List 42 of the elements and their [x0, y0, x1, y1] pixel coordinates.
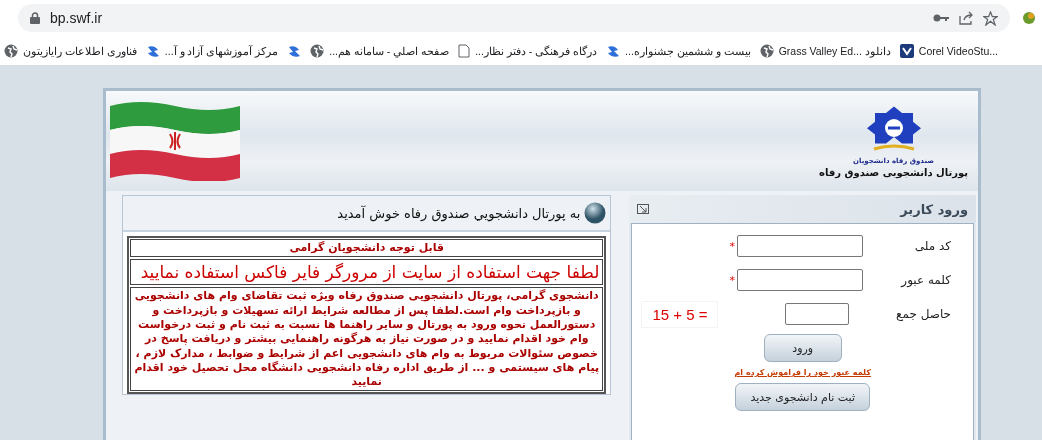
share-icon[interactable] — [959, 11, 973, 25]
globe-icon — [310, 43, 325, 58]
sphere-icon — [584, 202, 607, 224]
bookmark[interactable]: دانلود ...Grass Valley Ed — [759, 43, 891, 58]
notice-message: دانشجوی گرامی، پورتال دانشجویی صندوق رفاه ویژه ثبت تقاضای وام های دانشجویی و بازپرداخت وام است.لطفا پس از مطالعه شرایط ارائه تسهیلات و بازپرداخت و دستورالعمل نحوه ورود به پورتال و سایر راهنما ها نسبت به ثبت نام و ثبت درخواست وام خود اقدام نمایید و در صورت نیاز به هرگونه راهنمایی بیشتر و دریافت پاسخ در خصوص سئوالات مربوط به وام های دانشجویی اعم از شرایط و ضوابط ، مدارک لازم ، پیام های سیستمی و ... از طریق اداره رفاه دانشجویی دانشگاه محل تحصیل خود اقدام نمایید — [130, 287, 604, 392]
app-icon — [899, 43, 914, 58]
url-text: bp.swf.ir — [50, 10, 103, 26]
globe-icon — [759, 43, 774, 58]
logo-icon — [287, 43, 302, 58]
bookmark[interactable]: Corel VideoStu... — [899, 43, 998, 58]
bookmark[interactable]: صفحه اصلي - سامانه هم... — [310, 43, 450, 58]
login-button[interactable]: ورود — [763, 334, 842, 362]
address-bar[interactable]: bp.swf.ir — [18, 4, 1010, 32]
bookmark[interactable]: مرکز آموزشهای آزاد و آ... — [145, 43, 279, 58]
input-field[interactable] — [737, 269, 863, 291]
document-icon — [458, 43, 471, 58]
globe-icon — [4, 43, 18, 58]
input-field[interactable] — [737, 235, 863, 257]
bookmark[interactable]: بیست و ششمین جشنواره... — [606, 43, 751, 58]
logo-icon — [145, 43, 160, 58]
required-mark: * — [729, 239, 735, 253]
collapse-icon[interactable] — [637, 204, 650, 214]
field-label: حاصل جمع — [895, 307, 952, 321]
lock-icon — [30, 12, 40, 24]
bookmark[interactable]: درگاه فرهنگی - دفتر نظار... — [458, 43, 598, 58]
field-label: کلمه عبور — [899, 273, 952, 287]
star-icon[interactable] — [983, 10, 998, 26]
key-icon[interactable] — [933, 13, 949, 23]
register-button[interactable]: ثبت نام دانشجوی جدید — [735, 383, 870, 411]
bookmark[interactable]: فناوری اطلاعات رایازیتون — [4, 43, 137, 58]
bookmark[interactable] — [287, 43, 302, 58]
forgot-password-link[interactable]: کلمه عبور خود را فراموش کرده ام — [734, 368, 871, 377]
field-label: کد ملی — [913, 239, 952, 253]
login-title: ورود کاربر — [900, 201, 968, 217]
browser-notice: لطفا جهت استفاده از سایت از مرورگر فایر فاکس استفاده نمایید — [130, 259, 604, 286]
input-field[interactable] — [785, 303, 849, 325]
notice-heading: قابل توجه دانشجويان گرامی — [130, 239, 604, 258]
logo-icon — [606, 43, 621, 58]
extension-icon[interactable] — [1022, 11, 1036, 25]
required-mark: * — [729, 273, 735, 287]
welcome-title: به پورتال دانشجويي صندوق رفاه خوش آمديد — [337, 205, 581, 221]
portal-title: پورتال دانشجویی صندوق رفاه — [819, 166, 968, 178]
